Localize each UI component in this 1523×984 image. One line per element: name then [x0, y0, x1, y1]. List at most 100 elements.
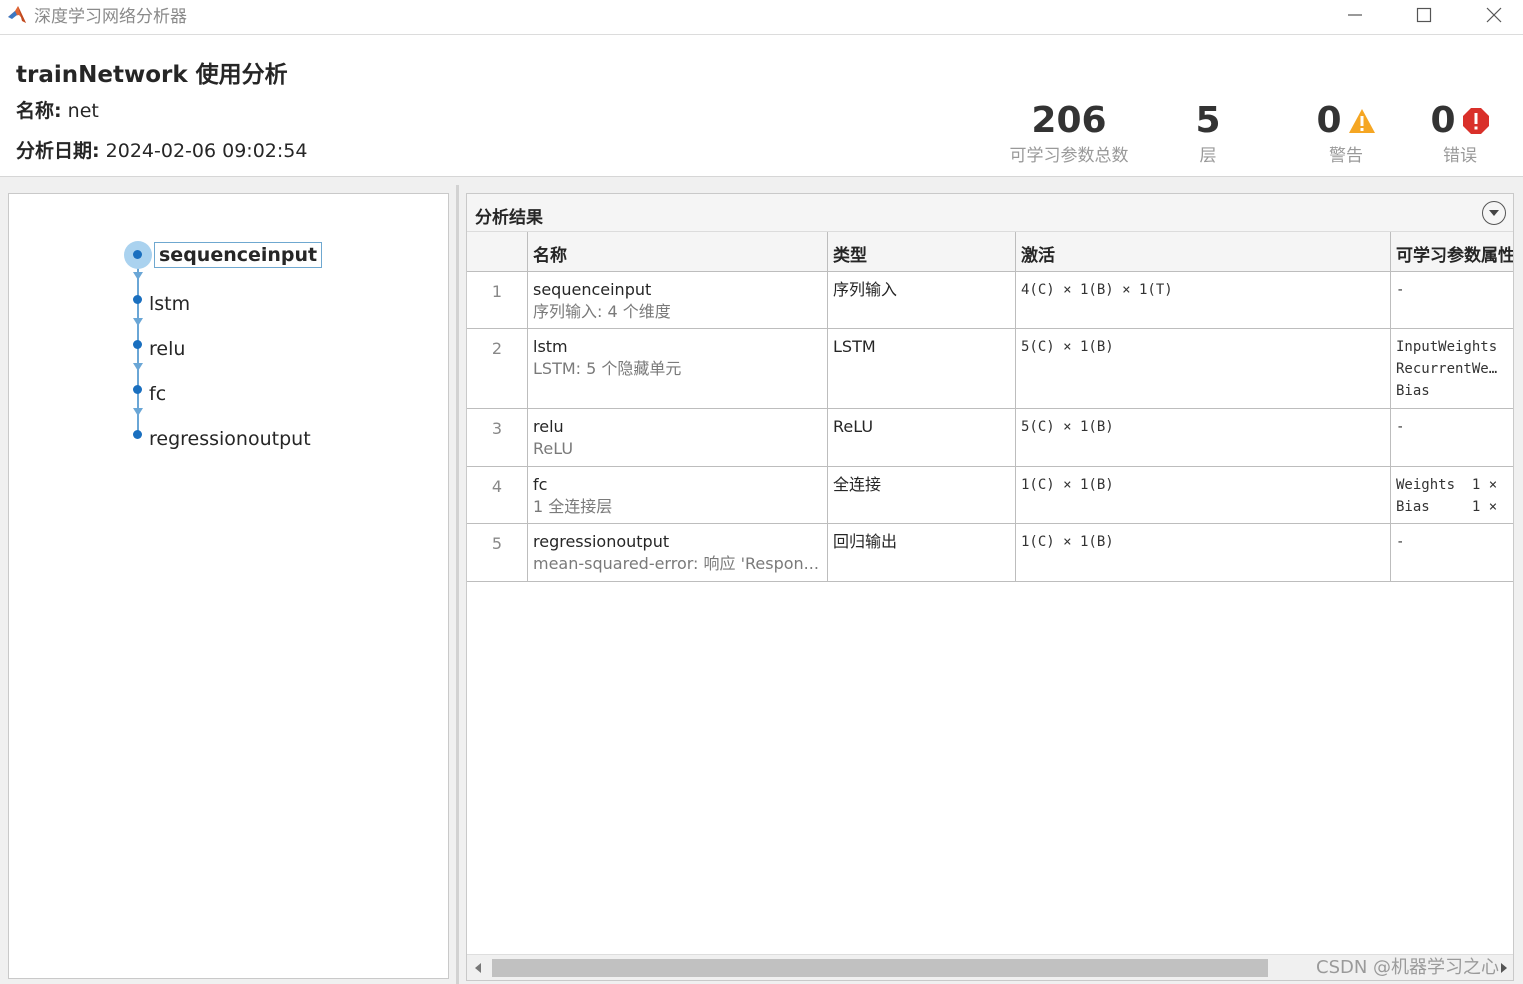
column-header-activation[interactable]: 激活	[1016, 232, 1391, 271]
column-header-type[interactable]: 类型	[828, 232, 1016, 271]
watermark-text: CSDN @机器学习之心	[1316, 957, 1500, 978]
table-header-row: 名称 类型 激活 可学习参数属性	[467, 232, 1513, 272]
scrollbar-thumb[interactable]	[492, 959, 1268, 977]
layer-activation: 4(C) × 1(B) × 1(T)	[1021, 282, 1173, 298]
errors-value: 0	[1430, 100, 1456, 141]
row-index: 3	[467, 409, 528, 466]
row-params-cell: -	[1391, 524, 1513, 581]
window-title: 深度学习网络分析器	[34, 7, 187, 27]
layers-label: 层	[1199, 146, 1217, 166]
table-row[interactable]: 4 fc 1 全连接层 全连接 1(C) × 1(B) Weights 1 × …	[467, 467, 1513, 524]
layer-description: LSTM: 5 个隐藏单元	[533, 359, 682, 378]
row-activation-cell: 4(C) × 1(B) × 1(T)	[1016, 272, 1391, 328]
chevron-down-icon	[1489, 210, 1499, 216]
graph-node-fc[interactable]	[133, 385, 142, 394]
row-index: 5	[467, 524, 528, 581]
graph-edge-arrow	[133, 318, 143, 326]
table-row[interactable]: 2 lstm LSTM: 5 个隐藏单元 LSTM 5(C) × 1(B) In…	[467, 329, 1513, 409]
params-value: 206	[1031, 100, 1107, 141]
graph-label-fc[interactable]: fc	[149, 383, 166, 405]
maximize-button[interactable]	[1401, 0, 1447, 30]
graph-label-relu[interactable]: relu	[149, 338, 185, 360]
column-header-name[interactable]: 名称	[528, 232, 828, 271]
graph-label-regressionoutput[interactable]: regressionoutput	[149, 428, 311, 450]
row-index: 1	[467, 272, 528, 328]
layer-type: 全连接	[833, 475, 882, 494]
row-type-cell: LSTM	[828, 329, 1016, 408]
row-activation-cell: 5(C) × 1(B)	[1016, 329, 1391, 408]
warning-icon	[1348, 109, 1375, 133]
layer-param: InputWeights	[1396, 339, 1498, 355]
scroll-left-icon[interactable]	[475, 963, 481, 973]
column-header-learnable-props[interactable]: 可学习参数属性	[1391, 232, 1513, 271]
graph-label-sequenceinput[interactable]: sequenceinput	[154, 242, 323, 268]
stat-layers: 5 层	[1178, 99, 1238, 166]
network-name: 名称: net	[16, 96, 99, 123]
layer-description: ReLU	[533, 439, 574, 458]
graph-node-regressionoutput[interactable]	[133, 430, 142, 439]
row-name-cell: regressionoutput mean-squared-error: 响应 …	[528, 524, 828, 581]
date-label: 分析日期:	[16, 140, 100, 162]
scroll-right-icon[interactable]	[1501, 963, 1507, 973]
layer-param: -	[1396, 419, 1405, 435]
minimize-icon	[1348, 14, 1362, 16]
layer-name: lstm	[533, 337, 568, 356]
stat-learnable-params: 206 可学习参数总数	[1004, 99, 1134, 166]
minimize-button[interactable]	[1332, 0, 1378, 30]
warnings-label: 警告	[1329, 146, 1363, 166]
layer-activation: 1(C) × 1(B)	[1021, 534, 1114, 550]
row-index: 4	[467, 467, 528, 523]
network-graph-panel[interactable]: sequenceinput lstm relu fc regressionout…	[8, 193, 449, 979]
layer-description: 序列输入: 4 个维度	[533, 302, 671, 321]
layer-type: 序列输入	[833, 280, 898, 299]
row-activation-cell: 1(C) × 1(B)	[1016, 524, 1391, 581]
layer-name: sequenceinput	[533, 280, 652, 299]
layer-param: RecurrentWe…	[1396, 361, 1498, 377]
row-index: 2	[467, 329, 528, 408]
warnings-value: 0	[1316, 100, 1342, 141]
table-row[interactable]: 5 regressionoutput mean-squared-error: 响…	[467, 524, 1513, 582]
close-button[interactable]	[1471, 0, 1517, 30]
page-title: trainNetwork 使用分析	[16, 62, 288, 88]
row-type-cell: ReLU	[828, 409, 1016, 466]
graph-edge-arrow	[133, 272, 143, 280]
layer-param: Bias	[1396, 383, 1430, 399]
name-value: net	[67, 100, 99, 122]
analysis-header: trainNetwork 使用分析 名称: net 分析日期: 2024-02-…	[0, 35, 1523, 177]
table-row[interactable]: 3 relu ReLU ReLU 5(C) × 1(B) -	[467, 409, 1513, 467]
layer-type: 回归输出	[833, 532, 898, 551]
window-titlebar: 深度学习网络分析器	[0, 0, 1523, 35]
date-value: 2024-02-06 09:02:54	[105, 140, 308, 162]
graph-node-lstm[interactable]	[133, 295, 142, 304]
graph-label-lstm[interactable]: lstm	[149, 293, 190, 315]
graph-edge-arrow	[133, 363, 143, 371]
row-name-cell: relu ReLU	[528, 409, 828, 466]
analysis-results-panel: 分析结果 名称 类型 激活 可学习参数属性 1 sequenceinput 序列…	[466, 193, 1514, 981]
layer-name: relu	[533, 417, 564, 436]
layer-param: Bias 1 ×	[1396, 499, 1498, 515]
row-params-cell: Weights 1 × Bias 1 ×	[1391, 467, 1513, 523]
layer-type: LSTM	[833, 337, 876, 356]
row-name-cell: lstm LSTM: 5 个隐藏单元	[528, 329, 828, 408]
graph-node-relu[interactable]	[133, 340, 142, 349]
layer-activation: 5(C) × 1(B)	[1021, 419, 1114, 435]
collapse-button[interactable]	[1482, 201, 1506, 225]
results-header: 分析结果	[467, 194, 1513, 232]
stat-errors[interactable]: 0 错误	[1420, 99, 1500, 166]
stat-warnings[interactable]: 0 警告	[1306, 99, 1386, 166]
row-name-cell: sequenceinput 序列输入: 4 个维度	[528, 272, 828, 328]
column-header-index[interactable]	[467, 232, 528, 271]
maximize-icon	[1416, 7, 1432, 23]
row-params-cell: -	[1391, 409, 1513, 466]
graph-node-sequenceinput[interactable]	[133, 250, 142, 259]
layer-name: regressionoutput	[533, 532, 670, 551]
panel-splitter[interactable]	[456, 185, 459, 984]
table-row[interactable]: 1 sequenceinput 序列输入: 4 个维度 序列输入 4(C) × …	[467, 272, 1513, 329]
row-params-cell: -	[1391, 272, 1513, 328]
row-activation-cell: 1(C) × 1(B)	[1016, 467, 1391, 523]
row-activation-cell: 5(C) × 1(B)	[1016, 409, 1391, 466]
analysis-date: 分析日期: 2024-02-06 09:02:54	[16, 136, 307, 163]
layer-description: mean-squared-error: 响应 'Respon...	[533, 554, 819, 573]
layer-type: ReLU	[833, 417, 874, 436]
layer-name: fc	[533, 475, 548, 494]
